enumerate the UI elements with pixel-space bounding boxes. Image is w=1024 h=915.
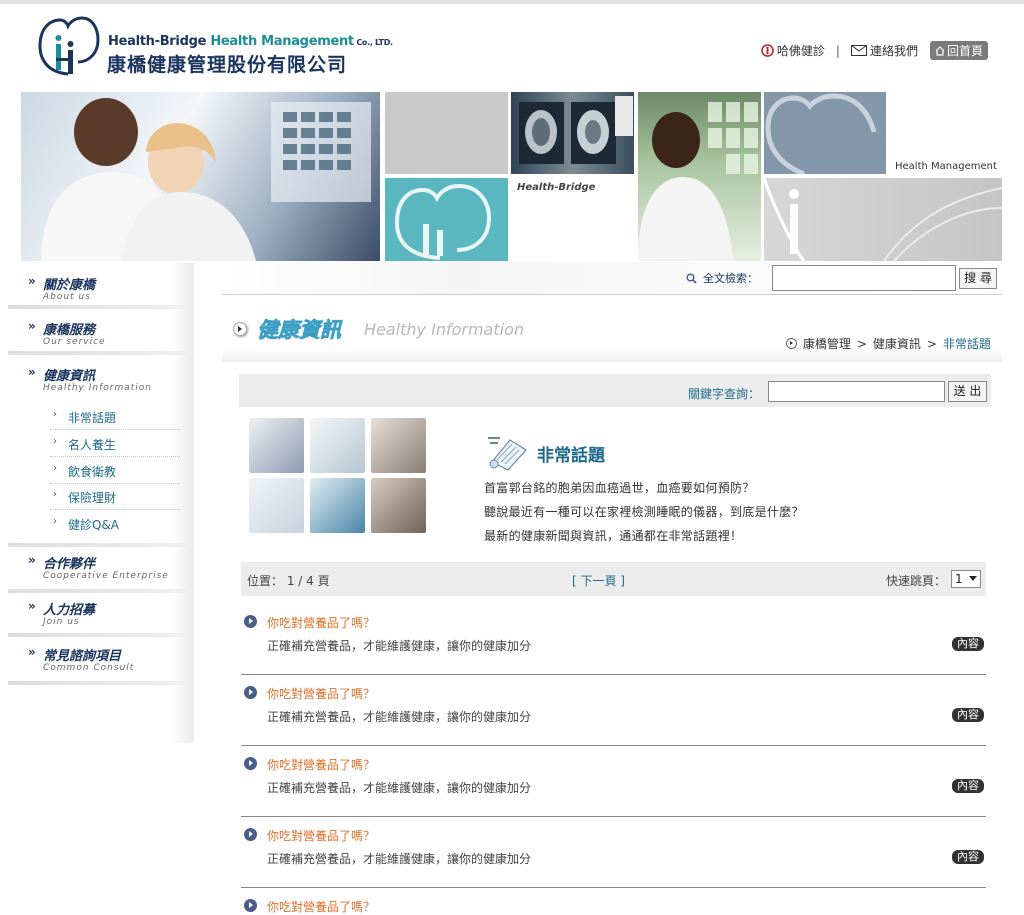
banner-teal-logo-tile xyxy=(385,178,508,261)
scroll-document-icon xyxy=(488,437,527,471)
breadcrumb: 康橋管理 > 健康資訊 > 非常話題 xyxy=(785,335,991,352)
doctors-photo-illustration xyxy=(41,98,371,261)
thumb-scissors-image xyxy=(371,478,426,533)
banner-doctors-photo xyxy=(21,92,380,261)
header-banner: Health-Bridge Health Management xyxy=(21,92,1002,261)
subnav-item-diet-education[interactable]: › 飲食衛教 xyxy=(50,457,180,484)
article-title-link[interactable]: 你吃對營養品了嗎？ xyxy=(267,614,375,631)
article-summary: 正確補充營養品，才能維護健康，讓你的健康加分 xyxy=(267,781,532,795)
article-title-link[interactable]: 你吃對營養品了嗎？ xyxy=(267,898,375,915)
banner-logo-outline xyxy=(394,183,492,260)
top-links: 哈佛健診 | 連絡我們 回首頁 xyxy=(761,41,988,60)
home-icon xyxy=(935,45,945,56)
feature-title: 非常話題 xyxy=(537,446,605,466)
contact-us-link[interactable]: 連絡我們 xyxy=(850,42,918,59)
thumb-pills-image xyxy=(249,478,304,533)
feature-line-3: 最新的健康新聞與資訊，通通都在非常話題裡！ xyxy=(484,529,743,543)
left-sidebar: » 關於康橋 About us » 康橋服務 Our service » 健康資… xyxy=(8,263,194,743)
health-bridge-logo[interactable] xyxy=(36,14,100,80)
article-summary: 正確補充營養品，才能維護健康，讓你的健康加分 xyxy=(267,852,532,866)
article-content-button[interactable]: 內容 xyxy=(952,779,984,793)
page-position: 位置： 1 / 4 頁 xyxy=(247,574,330,588)
article-title-link[interactable]: 你吃對營養品了嗎？ xyxy=(267,685,375,702)
banner-heart-outline xyxy=(765,93,877,174)
article-bullet-icon xyxy=(244,686,257,699)
subnav-item-insurance-finance[interactable]: › 保險理財 xyxy=(50,483,180,510)
chevron-down-icon xyxy=(969,576,977,581)
link-separator: | xyxy=(835,43,840,58)
nav-divider xyxy=(8,681,186,685)
article-row: 你吃對營養品了嗎？ xyxy=(241,887,986,915)
article-bullet-icon xyxy=(244,757,257,770)
banner-health-bridge-tag: Health-Bridge xyxy=(517,182,596,193)
breadcrumb-home[interactable]: 康橋管理 xyxy=(803,335,851,352)
nav-common-consult[interactable]: » 常見諮詢項目 Common Consult xyxy=(8,637,186,685)
banner-doctor-xray-tile xyxy=(638,92,761,261)
search-button[interactable]: 搜 尋 xyxy=(959,268,997,289)
subnav-item-celebrity-health[interactable]: › 名人養生 xyxy=(50,430,180,457)
logo-chinese: 康橋健康管理股份有限公司 xyxy=(107,54,348,76)
article-bullet-icon xyxy=(244,899,257,912)
banner-blue-grey-tile xyxy=(764,92,886,174)
quick-jump-label: 快速跳頁： xyxy=(885,574,946,588)
article-title-link[interactable]: 你吃對營養品了嗎？ xyxy=(267,827,375,844)
article-row: 你吃對營養品了嗎？ 正確補充營養品，才能維護健康，讓你的健康加分 內容 xyxy=(241,674,986,746)
keyword-search-label: 關鍵字查詢： xyxy=(688,387,761,401)
nav-healthy-information[interactable]: » 健康資訊 Healthy Information xyxy=(8,355,186,401)
magnifier-icon xyxy=(686,273,697,284)
feature-image-grid xyxy=(249,418,429,536)
article-row: 你吃對營養品了嗎？ 正確補充營養品，才能維護健康，讓你的健康加分 內容 xyxy=(241,816,986,888)
article-title-link[interactable]: 你吃對營養品了嗎？ xyxy=(267,756,375,773)
dna-illustration xyxy=(764,178,1002,261)
article-summary: 正確補充營養品，才能維護健康，讓你的健康加分 xyxy=(267,710,532,724)
home-button[interactable]: 回首頁 xyxy=(929,41,988,60)
title-bullet-icon xyxy=(233,322,247,336)
banner-brain-scan-tile xyxy=(511,92,634,174)
harvard-logo-icon xyxy=(761,44,774,57)
article-row: 你吃對營養品了嗎？ 正確補充營養品，才能維護健康，讓你的健康加分 內容 xyxy=(241,603,986,675)
banner-grey-tile xyxy=(385,92,508,174)
breadcrumb-healthy-info[interactable]: 健康資訊 xyxy=(873,335,921,352)
nav-our-service[interactable]: » 康橋服務 Our service xyxy=(8,309,186,355)
article-bullet-icon xyxy=(244,828,257,841)
banner-grey-dna-tile xyxy=(764,178,1002,261)
nav-join-us[interactable]: » 人力招募 Join us xyxy=(8,593,186,637)
thumb-keyboard-image xyxy=(249,418,304,473)
article-row: 你吃對營養品了嗎？ 正確補充營養品，才能維護健康，讓你的健康加分 內容 xyxy=(241,745,986,817)
next-page-link[interactable]: [ 下一頁 ] xyxy=(572,572,625,589)
page-title-english: Healthy Information xyxy=(364,320,524,339)
breadcrumb-arrow-icon xyxy=(785,338,797,349)
banner-health-management-tag: Health Management xyxy=(895,161,997,172)
thumb-device-image xyxy=(310,418,365,473)
pagination-bar: 位置： 1 / 4 頁 [ 下一頁 ] 快速跳頁： 1 xyxy=(241,562,986,596)
logo-english: Health-Bridge Health Management Co., LTD… xyxy=(108,34,393,49)
article-content-button[interactable]: 內容 xyxy=(952,850,984,864)
keyword-submit-button[interactable]: 送 出 xyxy=(948,381,987,402)
harvard-checkup-link[interactable]: 哈佛健診 xyxy=(761,42,825,59)
feature-line-2: 聽說最近有一種可以在家裡檢測睡眠的儀器，到底是什麼？ xyxy=(484,505,804,519)
doctor-xray-illustration xyxy=(638,102,758,261)
nav-about-us[interactable]: » 關於康橋 About us xyxy=(8,263,186,309)
thumb-instruments-image xyxy=(371,418,426,473)
article-bullet-icon xyxy=(244,615,257,628)
nav-cooperative-enterprise[interactable]: » 合作夥伴 Cooperative Enterprise xyxy=(8,547,186,593)
page-jump-select[interactable]: 1 xyxy=(951,570,981,588)
full-text-search-label: 全文檢索： xyxy=(686,270,758,286)
subnav-item-checkup-qa[interactable]: › 健診Q&A xyxy=(50,510,180,536)
article-content-button[interactable]: 內容 xyxy=(952,637,984,651)
mail-icon xyxy=(850,45,867,56)
page-title: 健康資訊 xyxy=(257,318,342,343)
full-text-search-input[interactable] xyxy=(772,265,956,291)
brain-scan-illustration xyxy=(519,96,633,164)
article-content-button[interactable]: 內容 xyxy=(952,708,984,722)
thumb-syringe-image xyxy=(310,478,365,533)
subnav-item-hot-topics[interactable]: › 非常話題 xyxy=(50,403,180,430)
keyword-search-input[interactable] xyxy=(768,381,945,402)
top-border xyxy=(0,0,1024,4)
feature-line-1: 首富郭台銘的胞弟因血癌過世，血癌要如何預防？ xyxy=(484,481,755,495)
breadcrumb-current: 非常話題 xyxy=(942,337,991,351)
article-summary: 正確補充營養品，才能維護健康，讓你的健康加分 xyxy=(267,639,532,653)
